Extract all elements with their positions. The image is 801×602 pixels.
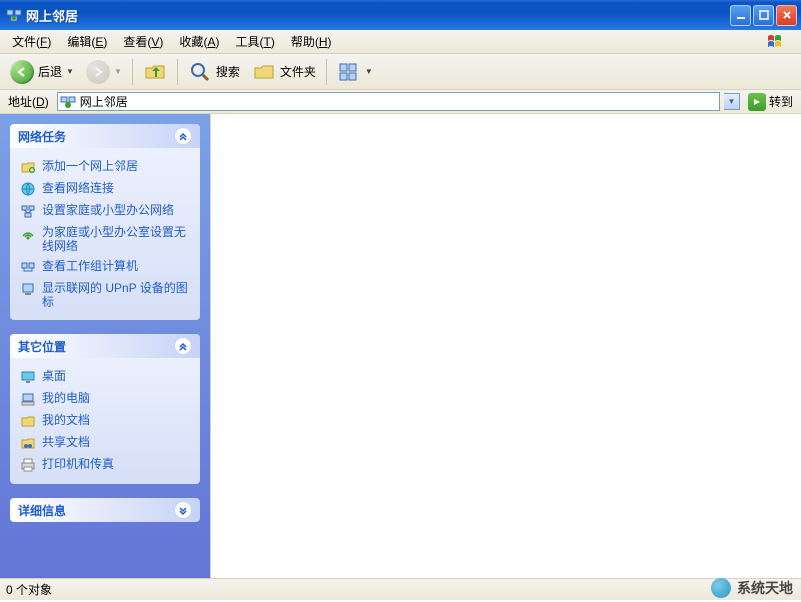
- status-text: 0 个对象: [6, 581, 52, 598]
- device-icon: [20, 281, 36, 297]
- task-view-connections[interactable]: 查看网络连接: [20, 178, 190, 200]
- menu-edit[interactable]: 编辑(E): [59, 30, 115, 53]
- back-label: 后退: [38, 63, 62, 80]
- watermark-text: 系统天地: [737, 578, 793, 598]
- search-button[interactable]: 搜索: [184, 58, 244, 86]
- tasks-sidebar: 网络任务 添加一个网上邻居 查看网络连接 设置家庭或小型办公网络 为家庭或小型办…: [0, 114, 210, 578]
- panel-body-network-tasks: 添加一个网上邻居 查看网络连接 设置家庭或小型办公网络 为家庭或小型办公室设置无…: [10, 148, 200, 320]
- back-button[interactable]: 后退 ▼: [6, 58, 78, 86]
- views-icon: [337, 60, 361, 84]
- window-title: 网上邻居: [26, 6, 730, 25]
- go-button[interactable]: 转到: [744, 93, 797, 111]
- toolbar-separator: [326, 59, 327, 85]
- address-label: 地址(D): [4, 93, 53, 110]
- title-bar: 网上邻居: [0, 0, 801, 30]
- back-dropdown-icon: ▼: [66, 67, 74, 76]
- search-label: 搜索: [216, 63, 240, 80]
- toolbar: 后退 ▼ ▼ 搜索 文件夹 ▼: [0, 54, 801, 90]
- views-button[interactable]: ▼: [333, 58, 377, 86]
- menu-favorites[interactable]: 收藏(A): [171, 30, 227, 53]
- globe-icon: [20, 181, 36, 197]
- panel-title: 其它位置: [18, 338, 66, 355]
- menu-help[interactable]: 帮助(H): [283, 30, 340, 53]
- window-controls: [730, 5, 797, 26]
- go-arrow-icon: [748, 93, 766, 111]
- status-bar: 0 个对象: [0, 578, 801, 600]
- panel-other-places: 其它位置 桌面 我的电脑 我的文档 共享文档 打印机和传真: [10, 334, 200, 484]
- network-places-icon: [6, 7, 22, 23]
- back-arrow-icon: [10, 60, 34, 84]
- windows-logo-icon: [759, 31, 797, 53]
- watermark: 系统天地: [711, 578, 793, 598]
- task-view-workgroup[interactable]: 查看工作组计算机: [20, 256, 190, 278]
- task-show-upnp[interactable]: 显示联网的 UPnP 设备的图标: [20, 278, 190, 312]
- workgroup-icon: [20, 259, 36, 275]
- forward-arrow-icon: [86, 60, 110, 84]
- wireless-icon: [20, 225, 36, 241]
- address-input[interactable]: 网上邻居: [57, 92, 720, 111]
- panel-details: 详细信息: [10, 498, 200, 522]
- forward-dropdown-icon: ▼: [114, 67, 122, 76]
- panel-title: 网络任务: [18, 128, 66, 145]
- expand-icon: [174, 501, 192, 519]
- maximize-button[interactable]: [753, 5, 774, 26]
- menu-tools[interactable]: 工具(T): [227, 30, 282, 53]
- collapse-icon: [174, 337, 192, 355]
- menu-file[interactable]: 文件(F): [4, 30, 59, 53]
- go-label: 转到: [769, 93, 793, 110]
- panel-header-details[interactable]: 详细信息: [10, 498, 200, 522]
- main-area: 网络任务 添加一个网上邻居 查看网络连接 设置家庭或小型办公网络 为家庭或小型办…: [0, 114, 801, 578]
- task-setup-wireless[interactable]: 为家庭或小型办公室设置无线网络: [20, 222, 190, 256]
- folders-button[interactable]: 文件夹: [248, 58, 320, 86]
- folder-up-icon: [143, 60, 167, 84]
- shared-folder-icon: [20, 435, 36, 451]
- menu-bar: 文件(F) 编辑(E) 查看(V) 收藏(A) 工具(T) 帮助(H): [0, 30, 801, 54]
- place-my-documents[interactable]: 我的文档: [20, 410, 190, 432]
- content-pane[interactable]: [210, 114, 801, 578]
- up-button[interactable]: [139, 58, 171, 86]
- network-setup-icon: [20, 203, 36, 219]
- place-printers[interactable]: 打印机和传真: [20, 454, 190, 476]
- minimize-button[interactable]: [730, 5, 751, 26]
- forward-button[interactable]: ▼: [82, 58, 126, 86]
- collapse-icon: [174, 127, 192, 145]
- address-dropdown-button[interactable]: ▼: [724, 93, 740, 110]
- place-my-computer[interactable]: 我的电脑: [20, 388, 190, 410]
- views-dropdown-icon: ▼: [365, 67, 373, 76]
- network-places-icon: [60, 94, 76, 110]
- desktop-icon: [20, 369, 36, 385]
- documents-icon: [20, 413, 36, 429]
- place-desktop[interactable]: 桌面: [20, 366, 190, 388]
- address-value: 网上邻居: [80, 93, 717, 110]
- toolbar-separator: [177, 59, 178, 85]
- place-shared-documents[interactable]: 共享文档: [20, 432, 190, 454]
- search-icon: [188, 60, 212, 84]
- panel-header-network-tasks[interactable]: 网络任务: [10, 124, 200, 148]
- panel-header-other-places[interactable]: 其它位置: [10, 334, 200, 358]
- printer-icon: [20, 457, 36, 473]
- panel-body-other-places: 桌面 我的电脑 我的文档 共享文档 打印机和传真: [10, 358, 200, 484]
- task-add-network-place[interactable]: 添加一个网上邻居: [20, 156, 190, 178]
- close-button[interactable]: [776, 5, 797, 26]
- toolbar-separator: [132, 59, 133, 85]
- folders-label: 文件夹: [280, 63, 316, 80]
- panel-title: 详细信息: [18, 502, 66, 519]
- address-bar: 地址(D) 网上邻居 ▼ 转到: [0, 90, 801, 114]
- folders-icon: [252, 60, 276, 84]
- computer-icon: [20, 391, 36, 407]
- watermark-icon: [711, 578, 731, 598]
- panel-network-tasks: 网络任务 添加一个网上邻居 查看网络连接 设置家庭或小型办公网络 为家庭或小型办…: [10, 124, 200, 320]
- menu-view[interactable]: 查看(V): [115, 30, 171, 53]
- add-network-icon: [20, 159, 36, 175]
- task-setup-home-network[interactable]: 设置家庭或小型办公网络: [20, 200, 190, 222]
